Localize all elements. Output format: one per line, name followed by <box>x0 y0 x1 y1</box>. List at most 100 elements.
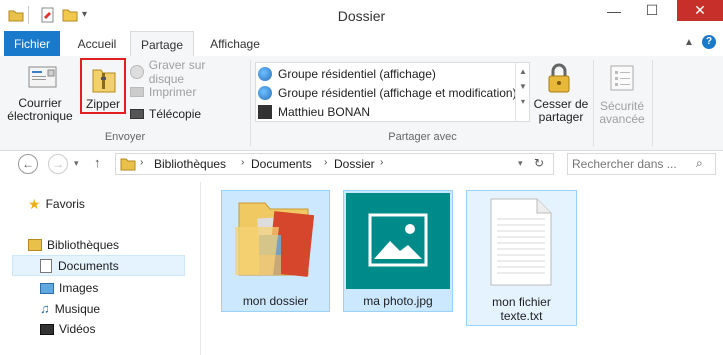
zip-label: Zipper <box>85 97 120 111</box>
share-item-2: Groupe résidentiel (affichage et modific… <box>278 85 517 100</box>
documents-icon <box>40 259 52 273</box>
ribbon: Courrier électronique Zipper Graver sur … <box>0 56 723 151</box>
back-arrow-icon: ← <box>22 157 34 171</box>
nav-images[interactable]: Images <box>40 278 98 298</box>
breadcrumb-chevron-icon[interactable]: › <box>140 157 143 168</box>
ribbon-tabs: Fichier Accueil Partage Affichage ▲ ? <box>0 31 723 57</box>
share-homegroup-view[interactable]: Groupe résidentiel (affichage) <box>258 64 436 83</box>
breadcrumb-folder[interactable]: Dossier <box>334 157 375 171</box>
breadcrumb-chevron-icon[interactable]: › <box>380 157 383 168</box>
folder-thumbnail-icon <box>229 197 319 284</box>
fax-label: Télécopie <box>149 107 202 121</box>
collapse-ribbon-icon[interactable]: ▲ <box>684 37 694 48</box>
file-name-line2: texte.txt <box>500 309 543 323</box>
images-icon <box>40 282 54 294</box>
pane-divider[interactable] <box>200 182 201 355</box>
breadcrumb-chevron-icon[interactable]: › <box>324 157 327 168</box>
navigation-pane: ★ Favoris Bibliothèques Documents Images… <box>0 182 200 355</box>
file-name-line1: mon fichier <box>492 295 551 309</box>
image-icon <box>368 213 428 272</box>
nav-videos-label: Vidéos <box>59 322 96 336</box>
file-name: ma photo.jpg <box>363 294 433 308</box>
user-icon <box>258 104 272 119</box>
tab-view[interactable]: Affichage <box>200 31 270 56</box>
file-item-photo[interactable]: ma photo.jpg <box>343 190 453 312</box>
library-folder-icon <box>120 156 136 175</box>
videos-icon <box>40 323 54 335</box>
nav-images-label: Images <box>59 281 99 295</box>
fax-icon <box>130 109 144 119</box>
close-button[interactable]: ✕ <box>677 0 723 21</box>
security-label-2: avancée <box>599 112 645 126</box>
share-with-gallery[interactable]: Groupe résidentiel (affichage) Groupe ré… <box>255 62 530 122</box>
search-box[interactable]: ⌕ <box>567 153 716 175</box>
homegroup-icon <box>258 85 272 100</box>
disc-icon <box>130 65 144 79</box>
text-file-icon <box>487 197 555 290</box>
zip-button[interactable]: Zipper <box>80 58 126 114</box>
file-item-text[interactable]: mon fichier texte.txt <box>466 190 577 326</box>
breadcrumb-documents[interactable]: Documents <box>251 157 312 171</box>
help-icon[interactable]: ? <box>702 35 716 49</box>
nav-documents[interactable]: Documents <box>40 256 119 276</box>
forward-button[interactable]: → <box>48 154 68 174</box>
share-item-3: Matthieu BONAN <box>278 104 371 119</box>
photo-thumbnail <box>346 193 450 289</box>
search-input[interactable] <box>572 156 690 172</box>
homegroup-icon <box>258 66 272 81</box>
burn-disc-label: Graver sur disque <box>148 58 206 86</box>
group-share-with: Partager avec <box>388 131 457 143</box>
printer-icon <box>130 87 144 97</box>
print-button[interactable]: Imprimer <box>130 84 230 100</box>
music-icon: ♫ <box>40 301 50 316</box>
advanced-security-button[interactable]: Sécurité avancée <box>597 62 647 128</box>
share-homegroup-edit[interactable]: Groupe résidentiel (affichage et modific… <box>258 83 517 102</box>
maximize-button[interactable]: ☐ <box>638 0 666 21</box>
gallery-scroll[interactable]: ▲ ▼ ▾ <box>515 63 530 121</box>
tab-home[interactable]: Accueil <box>68 31 126 56</box>
address-dropdown-icon[interactable]: ▾ <box>518 158 523 169</box>
title-bar: ▾ Dossier — ☐ ✕ <box>0 0 723 31</box>
breadcrumb-chevron-icon[interactable]: › <box>241 157 244 168</box>
nav-documents-label: Documents <box>58 259 119 273</box>
search-icon[interactable]: ⌕ <box>696 156 703 171</box>
tab-share[interactable]: Partage <box>130 31 194 57</box>
stop-sharing-button[interactable]: Cesser de partager <box>533 60 589 126</box>
tab-file[interactable]: Fichier <box>4 31 60 56</box>
minimize-button[interactable]: — <box>600 0 628 21</box>
breadcrumb-libraries[interactable]: Bibliothèques <box>154 157 226 171</box>
nav-favorites[interactable]: ★ Favoris <box>28 194 85 214</box>
file-item-folder[interactable]: mon dossier <box>221 190 330 312</box>
nav-music-label: Musique <box>54 302 101 316</box>
group-separator <box>652 60 653 146</box>
address-bar[interactable]: › Bibliothèques › Documents › Dossier › … <box>115 153 554 175</box>
forward-arrow-icon: → <box>52 157 64 171</box>
group-separator <box>593 60 594 146</box>
refresh-icon[interactable]: ↻ <box>534 156 544 170</box>
up-button[interactable]: ↑ <box>94 155 101 170</box>
libraries-icon <box>28 239 42 251</box>
lock-icon <box>547 62 571 97</box>
nav-libraries-label: Bibliothèques <box>47 238 120 252</box>
group-send: Envoyer <box>104 131 146 143</box>
back-button[interactable]: ← <box>18 154 38 174</box>
burn-disc-button[interactable]: Graver sur disque <box>130 58 242 86</box>
file-name: mon dossier <box>242 294 309 308</box>
star-icon: ★ <box>28 196 41 212</box>
fax-button[interactable]: Télécopie <box>130 106 230 122</box>
share-item-1: Groupe résidentiel (affichage) <box>278 66 436 81</box>
email-label-2: électronique <box>7 109 73 123</box>
up-arrow-icon: ↑ <box>94 155 101 170</box>
print-label: Imprimer <box>149 85 197 99</box>
recent-locations-icon[interactable]: ▾ <box>74 158 79 169</box>
email-button[interactable]: Courrier électronique <box>7 62 73 128</box>
share-user[interactable]: Matthieu BONAN <box>258 102 370 121</box>
email-icon <box>28 64 58 93</box>
stop-sharing-label-2: partager <box>538 110 584 124</box>
nav-libraries[interactable]: Bibliothèques <box>28 235 119 255</box>
security-icon <box>609 64 635 95</box>
zip-folder-icon <box>91 64 117 97</box>
nav-music[interactable]: ♫ Musique <box>40 299 100 319</box>
nav-videos[interactable]: Vidéos <box>40 319 95 339</box>
group-separator <box>250 60 251 146</box>
